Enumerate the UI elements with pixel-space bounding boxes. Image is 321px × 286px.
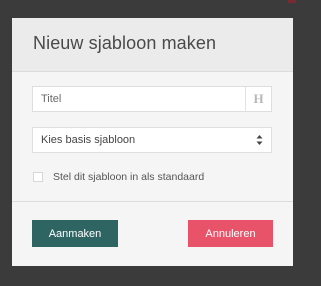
dialog-title: Nieuw sjabloon maken — [33, 33, 217, 53]
cancel-button[interactable]: Annuleren — [188, 220, 273, 247]
new-template-dialog: Nieuw sjabloon maken H Kies basis sjablo… — [12, 18, 293, 266]
title-input[interactable] — [33, 87, 245, 111]
sort-arrows-icon — [256, 135, 263, 145]
create-button[interactable]: Aanmaken — [32, 220, 118, 247]
base-template-select[interactable]: Kies basis sjabloon — [32, 127, 272, 153]
select-value: Kies basis sjabloon — [41, 134, 136, 146]
dialog-footer: Aanmaken Annuleren — [12, 202, 293, 266]
background-accent — [288, 0, 296, 3]
dialog-header: Nieuw sjabloon maken — [12, 18, 293, 72]
heading-icon[interactable]: H — [245, 87, 271, 111]
title-field: H — [32, 86, 272, 112]
default-checkbox-label[interactable]: Stel dit sjabloon in als standaard — [53, 171, 204, 183]
dialog-body: H Kies basis sjabloon Stel dit sjabloon … — [12, 72, 293, 202]
default-checkbox[interactable] — [33, 172, 43, 182]
